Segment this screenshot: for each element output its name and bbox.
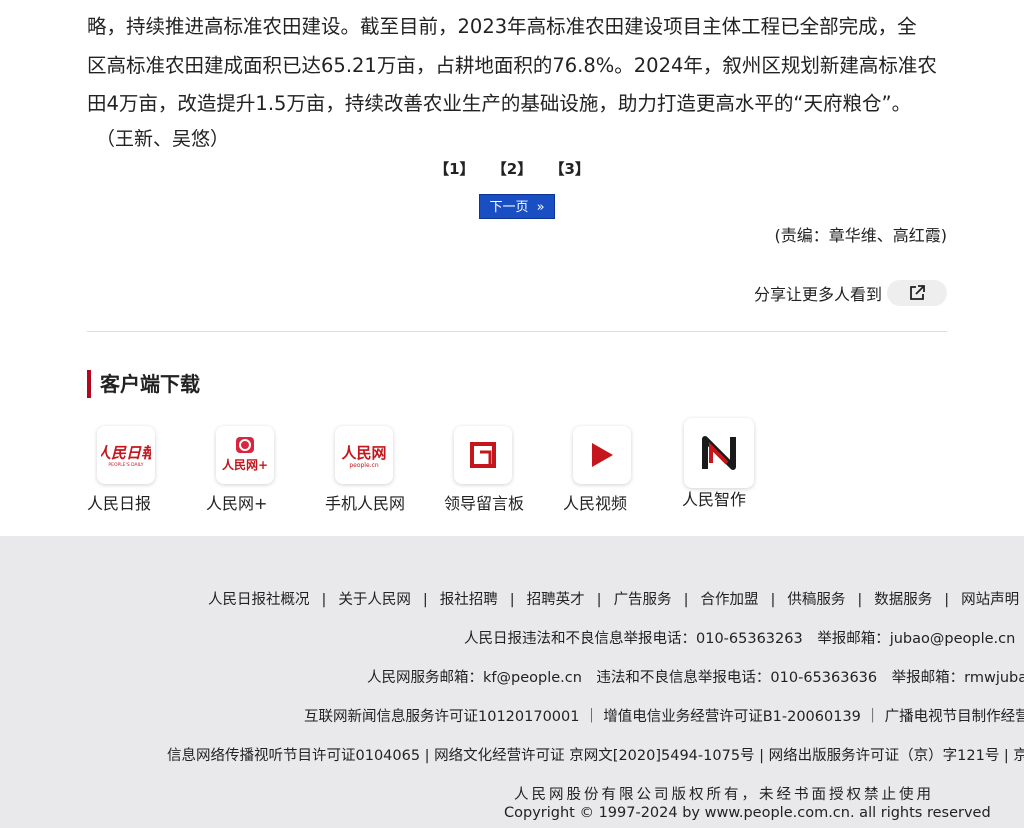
section-title: 客户端下载 bbox=[87, 370, 200, 398]
footer-link-partner[interactable]: 合作加盟 bbox=[700, 592, 758, 608]
editor-credit: (责编：章华维、高红霞) bbox=[774, 226, 948, 245]
footer: 人民日报社概况 | 关于人民网 | 报社招聘 | 招聘英才 | 广告服务 | 合作加盟 | 供稿服务 | 数… bbox=[0, 536, 1024, 828]
footer-report-line-1: 人民日报违法和不良信息举报电话：010-65363263 举报邮箱：jubao@… bbox=[464, 631, 1016, 647]
article-line-3: 田4万亩，改造提升1.5万亩，持续改善农业生产的基础设施，助力打造更高水平的“天… bbox=[87, 92, 912, 115]
app-label: 领导留言板 bbox=[444, 494, 525, 513]
article-line-1: 略，持续推进高标准农田建设。截至目前，2023年高标准农田建设项目主体工程已全部… bbox=[87, 15, 917, 38]
footer-link-recruit[interactable]: 报社招聘 bbox=[440, 592, 498, 608]
footer-copyright-en: Copyright © 1997-2024 by www.people.com.… bbox=[504, 805, 991, 821]
app-label: 人民视频 bbox=[563, 494, 628, 513]
app-list: 人民日報PEOPLE'S DAILY 人民日报 人民网+ 人民网+ 人民网peo… bbox=[87, 418, 801, 514]
footer-links: 人民日报社概况 | 关于人民网 | 报社招聘 | 招聘英才 | 广告服务 | 合作加盟 | 供稿服务 | 数… bbox=[208, 592, 1020, 608]
footer-link-overview[interactable]: 人民日报社概况 bbox=[208, 592, 310, 608]
article-body: 略，持续推进高标准农田建设。截至目前，2023年高标准农田建设项目主体工程已全部… bbox=[87, 8, 949, 124]
next-page-button[interactable]: 下一页 » bbox=[479, 194, 555, 219]
page-link-2[interactable]: 【2】 bbox=[492, 160, 532, 178]
app-item-people-zhizuo[interactable]: 人民智作 bbox=[682, 418, 801, 514]
footer-license-line-2: 信息网络传播视听节目许可证0104065 | 网络文化经营许可证 京网文[202… bbox=[167, 748, 1024, 764]
app-item-mobile-people[interactable]: 人民网 people.cn 手机人民网 bbox=[325, 418, 444, 514]
app-item-people-net-plus[interactable]: 人民网+ 人民网+ bbox=[206, 418, 325, 514]
app-label: 人民智作 bbox=[682, 490, 747, 509]
app-label: 手机人民网 bbox=[325, 494, 406, 513]
people-video-icon bbox=[573, 426, 631, 484]
page-link-3[interactable]: 【3】 bbox=[549, 160, 589, 178]
footer-link-statement[interactable]: 网站声明 bbox=[961, 592, 1019, 608]
article-author: （王新、吴悠） bbox=[96, 128, 230, 150]
mobile-people-icon: 人民网 people.cn bbox=[335, 426, 393, 484]
article-line-2: 区高标准农田建成面积已达65.21万亩，占耕地面积的76.8%。2024年，叙州… bbox=[87, 53, 937, 77]
divider bbox=[87, 331, 947, 332]
footer-report-line-2: 人民网服务邮箱：kf@people.cn 违法和不良信息举报电话：010-653… bbox=[367, 670, 1024, 686]
people-zhizuo-icon bbox=[684, 418, 754, 488]
page-link-1[interactable]: 【1】 bbox=[434, 160, 474, 178]
app-label: 人民网+ bbox=[206, 494, 268, 513]
footer-link-data[interactable]: 数据服务 bbox=[874, 592, 932, 608]
pagination: 【1】 【2】 【3】 bbox=[0, 158, 1024, 179]
people-net-plus-icon: 人民网+ bbox=[216, 426, 274, 484]
app-item-people-video[interactable]: 人民视频 bbox=[563, 418, 682, 514]
share-label: 分享让更多人看到 bbox=[754, 285, 883, 304]
svg-text:PEOPLE'S DAILY: PEOPLE'S DAILY bbox=[108, 462, 143, 468]
footer-link-talent[interactable]: 招聘英才 bbox=[527, 592, 585, 608]
leader-message-icon bbox=[454, 426, 512, 484]
peoples-daily-icon: 人民日報PEOPLE'S DAILY bbox=[97, 426, 155, 484]
app-item-peoples-daily[interactable]: 人民日報PEOPLE'S DAILY 人民日报 bbox=[87, 418, 206, 514]
external-share-icon bbox=[910, 285, 925, 300]
footer-link-ads[interactable]: 广告服务 bbox=[614, 592, 672, 608]
svg-text:人民日報: 人民日報 bbox=[101, 444, 151, 462]
share-bar: 分享让更多人看到 bbox=[754, 280, 948, 306]
svg-text:人民网: 人民网 bbox=[341, 444, 386, 462]
svg-text:people.cn: people.cn bbox=[349, 462, 379, 469]
double-chevron-right-icon: » bbox=[536, 200, 545, 215]
share-button[interactable] bbox=[887, 280, 948, 306]
footer-link-about[interactable]: 关于人民网 bbox=[338, 592, 411, 608]
footer-link-contribute[interactable]: 供稿服务 bbox=[787, 592, 845, 608]
app-label: 人民日报 bbox=[87, 494, 152, 513]
footer-license-line-1: 互联网新闻信息服务许可证10120170001 ｜ 增值电信业务经营许可证B1-… bbox=[304, 709, 1024, 725]
app-item-leader-message[interactable]: 领导留言板 bbox=[444, 418, 563, 514]
svg-text:人民网+: 人民网+ bbox=[222, 457, 268, 472]
footer-copyright-cn: 人民网股份有限公司版权所有，未经书面授权禁止使用 bbox=[514, 787, 934, 803]
next-page-label: 下一页 bbox=[489, 200, 529, 215]
